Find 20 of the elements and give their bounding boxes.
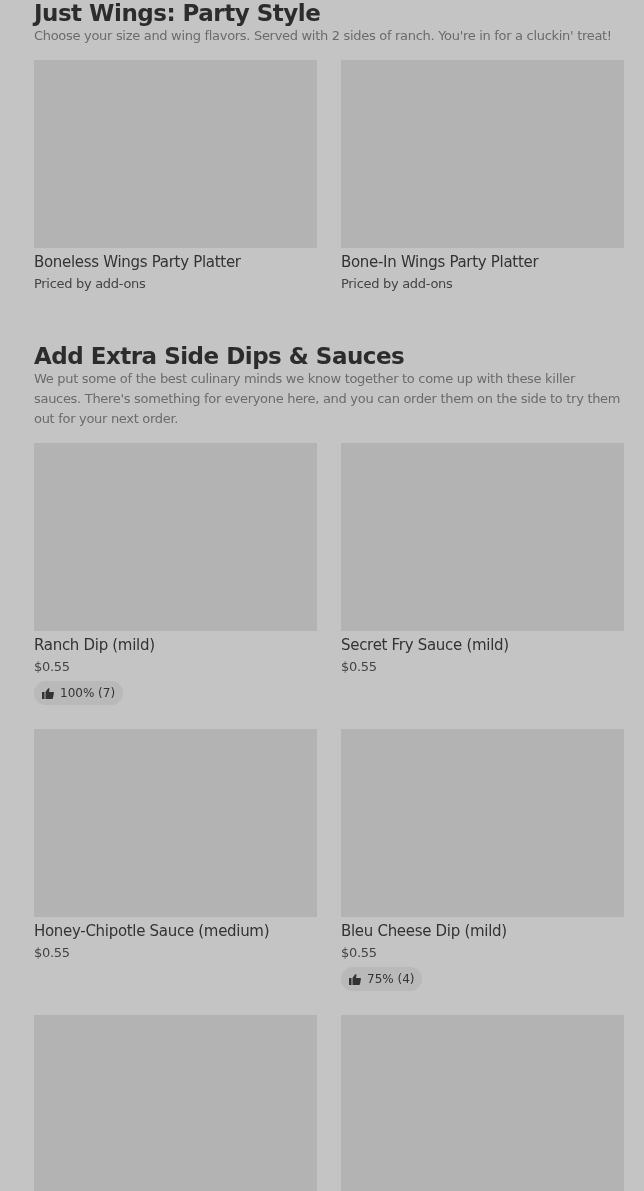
item-name: Boneless Wings Party Platter — [34, 252, 242, 273]
item-price: $0.55 — [341, 658, 378, 676]
section-description: We put some of the best culinary minds we know together to come up with these killer sauces. There's something for everyone here, and you can order them on the side to try them out for your next order. — [34, 370, 622, 428]
section-description: Choose your size and wing flavors. Served with 2 sides of ranch. You're in for a cluckin' treat! — [34, 27, 613, 45]
item-name: Secret Fry Sauce (mild) — [341, 635, 510, 656]
section-title: Just Wings: Party Style — [34, 0, 322, 26]
item-name: Bone-In Wings Party Platter — [341, 252, 540, 273]
rating-text: 100% (7) — [60, 686, 116, 700]
thumbs-up-icon — [42, 687, 54, 699]
section-title: Add Extra Side Dips & Sauces — [34, 343, 406, 369]
rating-text: 75% (4) — [367, 972, 415, 986]
item-price: $0.55 — [34, 658, 71, 676]
item-name: Ranch Dip (mild) — [34, 635, 156, 656]
item-price: $0.55 — [34, 944, 71, 962]
item-name: Honey-Chipotle Sauce (medium) — [34, 921, 271, 942]
item-price: Priced by add-ons — [34, 275, 147, 293]
thumbs-up-icon — [349, 973, 361, 985]
item-price: Priced by add-ons — [341, 275, 454, 293]
item-price: $0.55 — [341, 944, 378, 962]
item-name: Bleu Cheese Dip (mild) — [341, 921, 508, 942]
